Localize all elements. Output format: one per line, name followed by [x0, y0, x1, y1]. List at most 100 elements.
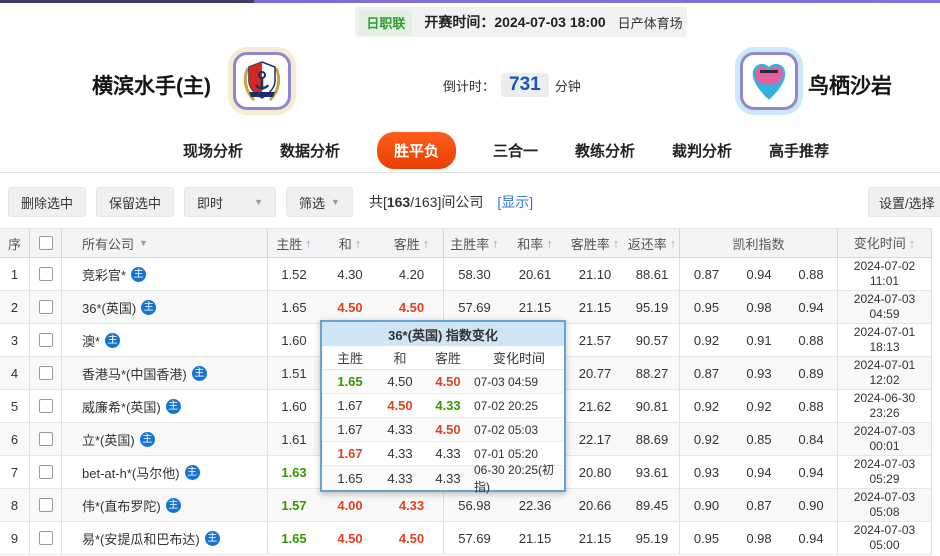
home-odds: 1.65: [268, 291, 320, 323]
home-badge-icon: 主: [131, 267, 146, 282]
tab-live-analysis[interactable]: 现场分析: [183, 140, 243, 161]
kelly-2: 0.94: [733, 258, 785, 290]
header-home-odds[interactable]: 主胜↑: [268, 229, 320, 257]
away-rate: 20.66: [565, 489, 625, 521]
home-odds: 1.60: [268, 324, 320, 356]
tab-expert-picks[interactable]: 高手推荐: [769, 140, 829, 161]
header-home-rate[interactable]: 主胜率↑: [444, 229, 505, 257]
popup-header-home: 主胜: [322, 348, 378, 367]
row-checkbox[interactable]: [39, 300, 53, 314]
home-badge-icon: 主: [192, 366, 207, 381]
company-name[interactable]: 36*(英国): [82, 298, 136, 317]
tab-win-draw-lose[interactable]: 胜平负: [377, 132, 456, 169]
company-name[interactable]: bet-at-h*(马尔他): [82, 463, 180, 482]
away-rate: 20.80: [565, 456, 625, 488]
popup-header-time: 变化时间: [474, 348, 564, 367]
change-time: 2024-07-0304:59: [838, 291, 932, 323]
popup-draw-odds: 4.33: [378, 446, 422, 461]
away-odds: 4.20: [380, 258, 444, 290]
row-checkbox[interactable]: [39, 531, 53, 545]
company-cell[interactable]: 立*(英国)主: [62, 423, 268, 455]
row-checkbox[interactable]: [39, 432, 53, 446]
header-away-rate[interactable]: 客胜率↑: [565, 229, 625, 257]
kelly-2: 0.92: [733, 390, 785, 422]
tab-data-analysis[interactable]: 数据分析: [280, 140, 340, 161]
home-odds: 1.52: [268, 258, 320, 290]
header-draw-rate[interactable]: 和率↑: [505, 229, 565, 257]
home-crest-icon: [241, 58, 283, 104]
delete-selected-button[interactable]: 删除选中: [8, 187, 86, 217]
tab-referee-analysis[interactable]: 裁判分析: [672, 140, 732, 161]
home-badge-icon: 主: [205, 531, 220, 546]
company-cell[interactable]: 竞彩官* 主: [62, 258, 268, 290]
company-cell[interactable]: 威廉希*(英国)主: [62, 390, 268, 422]
company-cell[interactable]: 香港马*(中国香港) 主: [62, 357, 268, 389]
return-rate: 95.19: [625, 522, 680, 554]
keep-selected-button[interactable]: 保留选中: [96, 187, 174, 217]
company-name[interactable]: 香港马*(中国香港): [82, 364, 187, 383]
header-return-rate[interactable]: 返还率↑: [625, 229, 680, 257]
row-checkbox[interactable]: [39, 465, 53, 479]
header-company-label: 所有公司: [82, 234, 134, 253]
popup-draw-odds: 4.50: [378, 374, 422, 389]
company-name[interactable]: 威廉希*(英国): [82, 397, 161, 416]
header-draw-odds[interactable]: 和↑: [320, 229, 380, 257]
company-cell[interactable]: bet-at-h*(马尔他)主: [62, 456, 268, 488]
company-cell[interactable]: 36*(英国)主: [62, 291, 268, 323]
company-cell[interactable]: 伟*(直布罗陀)主: [62, 489, 268, 521]
away-crest-icon: [748, 58, 790, 104]
table-row: 9易*(安提瓜和巴布达)主1.654.504.5057.6921.1521.15…: [0, 522, 932, 555]
table-row: 8伟*(直布罗陀)主1.574.004.3356.9822.3620.6689.…: [0, 489, 932, 522]
show-link[interactable]: [显示]: [497, 192, 533, 212]
popup-away-odds: 4.33: [422, 398, 474, 413]
row-checkbox[interactable]: [39, 366, 53, 380]
row-checkbox[interactable]: [39, 267, 53, 281]
popup-away-odds: 4.50: [422, 422, 474, 437]
header-company[interactable]: 所有公司 ▼: [62, 229, 268, 257]
row-checkbox[interactable]: [39, 333, 53, 347]
tab-coach-analysis[interactable]: 教练分析: [575, 140, 635, 161]
company-name[interactable]: 立*(英国): [82, 430, 135, 449]
draw-odds: 4.50: [320, 291, 380, 323]
row-checkbox-cell: [30, 324, 62, 356]
table-row: 1竞彩官*主1.524.304.2058.3020.6121.1088.610.…: [0, 258, 932, 291]
tab-three-in-one[interactable]: 三合一: [493, 140, 538, 161]
instant-dropdown[interactable]: 即时 ▼: [184, 187, 276, 217]
home-odds: 1.60: [268, 390, 320, 422]
company-filter-icon[interactable]: ▼: [139, 238, 148, 248]
settings-select-button[interactable]: 设置/选择: [868, 187, 940, 217]
home-odds: 1.63: [268, 456, 320, 488]
home-badge-icon: 主: [105, 333, 120, 348]
popup-header-draw: 和: [378, 348, 422, 367]
filter-dropdown[interactable]: 筛选 ▼: [286, 187, 353, 217]
header-change-time[interactable]: 变化时间↑: [838, 229, 932, 257]
company-name[interactable]: 伟*(直布罗陀): [82, 496, 161, 515]
kelly-3: 0.88: [785, 258, 838, 290]
page-loading-bar: [0, 0, 940, 3]
kelly-3: 0.90: [785, 489, 838, 521]
company-cell[interactable]: 澳* 主: [62, 324, 268, 356]
company-count: 共[163/163]间公司: [369, 192, 483, 212]
header-away-odds[interactable]: 客胜↑: [380, 229, 444, 257]
kelly-1: 0.95: [680, 522, 733, 554]
return-rate: 90.57: [625, 324, 680, 356]
row-index: 8: [0, 489, 30, 521]
kelly-3: 0.94: [785, 291, 838, 323]
row-checkbox[interactable]: [39, 498, 53, 512]
popup-draw-odds: 4.33: [378, 422, 422, 437]
kickoff-time: 开赛时间：2024-07-03 18:00: [424, 12, 605, 32]
return-rate: 93.61: [625, 456, 680, 488]
kelly-2: 0.98: [733, 522, 785, 554]
company-cell[interactable]: 易*(安提瓜和巴布达) 主: [62, 522, 268, 554]
company-name[interactable]: 澳*: [82, 331, 100, 350]
row-checkbox[interactable]: [39, 399, 53, 413]
select-all-checkbox[interactable]: [39, 236, 53, 250]
row-checkbox-cell: [30, 456, 62, 488]
change-time: 2024-07-0211:01: [838, 258, 932, 290]
company-name[interactable]: 竞彩官*: [82, 265, 126, 284]
odds-table-header: 序 所有公司▼ 主胜↑ 和↑ 客胜↑ 主胜率↑ 和率↑ 客胜率↑ 返还率↑ 凯利…: [0, 228, 932, 258]
draw-odds: 4.50: [320, 522, 380, 554]
sort-up-icon: ↑: [613, 236, 620, 251]
company-name[interactable]: 易*(安提瓜和巴布达): [82, 529, 200, 548]
kelly-1: 0.92: [680, 423, 733, 455]
